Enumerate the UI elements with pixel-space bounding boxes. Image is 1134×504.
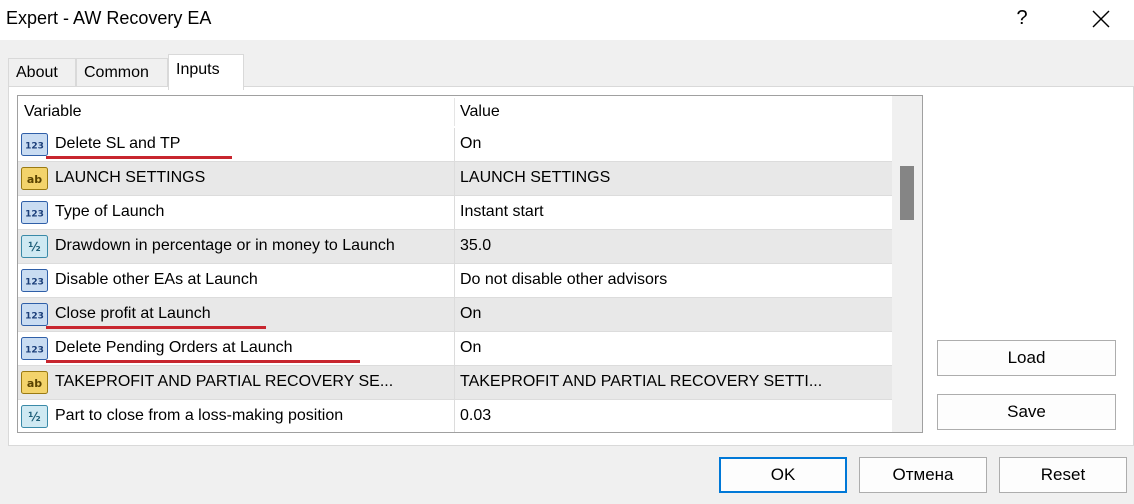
int-param-icon: 123 — [21, 303, 48, 326]
svg-text:ab: ab — [27, 377, 42, 390]
string-param-icon: ab — [21, 371, 48, 394]
svg-text:123: 123 — [25, 210, 44, 220]
row-value[interactable]: On — [460, 305, 481, 323]
ok-button[interactable]: OK — [719, 457, 847, 493]
row-variable: Delete SL and TP — [55, 135, 181, 152]
row-value[interactable]: On — [460, 135, 481, 153]
tab-about[interactable]: About — [8, 58, 76, 86]
inputs-grid: Variable Value 123 Delete SL and TP On a… — [17, 95, 923, 433]
table-row[interactable]: ab LAUNCH SETTINGS LAUNCH SETTINGS — [18, 162, 892, 196]
tab-common[interactable]: Common — [76, 58, 168, 86]
header-variable[interactable]: Variable — [24, 103, 82, 121]
string-param-icon: ab — [21, 167, 48, 190]
row-variable: Type of Launch — [55, 203, 165, 220]
row-value[interactable]: Do not disable other advisors — [460, 271, 667, 289]
svg-text:½: ½ — [28, 410, 40, 424]
svg-text:ab: ab — [27, 173, 42, 186]
scrollbar-thumb[interactable] — [900, 166, 914, 220]
double-param-icon: ½ — [21, 405, 48, 428]
reset-button[interactable]: Reset — [999, 457, 1127, 493]
table-row[interactable]: 123 Delete SL and TP On — [18, 128, 892, 162]
row-variable: Disable other EAs at Launch — [55, 271, 258, 288]
tab-inputs[interactable]: Inputs — [168, 54, 244, 90]
int-param-icon: 123 — [21, 269, 48, 292]
row-value[interactable]: 35.0 — [460, 237, 491, 255]
highlight-underline — [46, 156, 232, 159]
int-param-icon: 123 — [21, 133, 48, 156]
row-value[interactable]: Instant start — [460, 203, 544, 221]
grid-header: Variable Value — [18, 96, 892, 128]
load-button[interactable]: Load — [937, 340, 1116, 376]
table-row[interactable]: ½ Drawdown in percentage or in money to … — [18, 230, 892, 264]
close-button[interactable] — [1080, 2, 1122, 36]
row-value[interactable]: TAKEPROFIT AND PARTIAL RECOVERY SETTI... — [460, 373, 822, 391]
svg-text:123: 123 — [25, 278, 44, 288]
table-row[interactable]: 123 Delete Pending Orders at Launch On — [18, 332, 892, 366]
header-value[interactable]: Value — [460, 103, 500, 121]
int-param-icon: 123 — [21, 337, 48, 360]
int-param-icon: 123 — [21, 201, 48, 224]
window-title: Expert - AW Recovery EA — [6, 8, 212, 28]
table-row[interactable]: 123 Close profit at Launch On — [18, 298, 892, 332]
row-variable: Close profit at Launch — [55, 305, 211, 322]
svg-text:123: 123 — [25, 346, 44, 356]
double-param-icon: ½ — [21, 235, 48, 258]
row-value[interactable]: On — [460, 339, 481, 357]
highlight-underline — [46, 326, 266, 329]
svg-text:123: 123 — [25, 142, 44, 152]
table-row[interactable]: ab TAKEPROFIT AND PARTIAL RECOVERY SE...… — [18, 366, 892, 400]
row-variable: Delete Pending Orders at Launch — [55, 339, 293, 356]
table-row[interactable]: 123 Disable other EAs at Launch Do not d… — [18, 264, 892, 298]
row-variable: Drawdown in percentage or in money to La… — [55, 237, 395, 254]
vertical-scrollbar[interactable] — [892, 96, 922, 432]
highlight-underline — [46, 360, 360, 363]
row-value[interactable]: LAUNCH SETTINGS — [460, 169, 610, 187]
svg-text:123: 123 — [25, 312, 44, 322]
expert-dialog: Expert - AW Recovery EA ? About Common I… — [0, 0, 1134, 504]
row-variable: Part to close from a loss-making positio… — [55, 407, 344, 424]
cancel-button[interactable]: Отмена — [859, 457, 987, 493]
row-variable: TAKEPROFIT AND PARTIAL RECOVERY SE... — [55, 373, 394, 390]
close-icon — [1092, 10, 1110, 28]
table-row[interactable]: ½ Part to close from a loss-making posit… — [18, 400, 892, 432]
row-value[interactable]: 0.03 — [460, 407, 491, 425]
help-button[interactable]: ? — [1004, 2, 1040, 36]
table-row[interactable]: 123 Type of Launch Instant start — [18, 196, 892, 230]
row-variable: LAUNCH SETTINGS — [55, 169, 206, 186]
save-button[interactable]: Save — [937, 394, 1116, 430]
title-bar: Expert - AW Recovery EA ? — [0, 0, 1134, 40]
svg-text:½: ½ — [28, 240, 40, 254]
